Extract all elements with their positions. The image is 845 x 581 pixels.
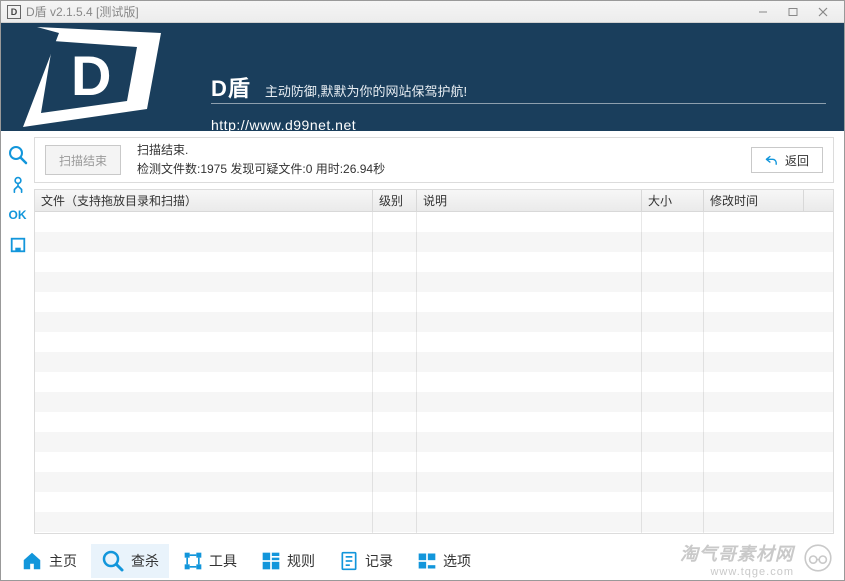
nav-tools[interactable]: 工具 bbox=[173, 544, 247, 578]
banner: D D盾 主动防御,默默为你的网站保驾护航! http://www.d99net… bbox=[1, 23, 844, 131]
bottom-nav: 主页 查杀 工具 规则 记录 选项 淘气哥素材网 www.tqge.com bbox=[1, 540, 844, 580]
glasses-icon bbox=[802, 542, 834, 577]
undo-icon bbox=[765, 153, 779, 167]
nav-label: 记录 bbox=[365, 551, 393, 571]
table-header: 文件（支持拖放目录和扫描）级别说明大小修改时间 bbox=[35, 190, 833, 212]
square-icon[interactable] bbox=[7, 234, 29, 256]
column-header[interactable]: 说明 bbox=[417, 190, 642, 211]
watermark: 淘气哥素材网 www.tqge.com bbox=[680, 540, 834, 578]
nav-options[interactable]: 选项 bbox=[407, 544, 481, 578]
status-line2: 检测文件数:1975 发现可疑文件:0 用时:26.94秒 bbox=[137, 160, 735, 179]
nav-rules[interactable]: 规则 bbox=[251, 544, 325, 578]
nav-label: 主页 bbox=[49, 551, 77, 571]
scan-icon bbox=[101, 549, 125, 573]
status-bar: 扫描结束 扫描结束. 检测文件数:1975 发现可疑文件:0 用时:26.94秒… bbox=[34, 137, 834, 183]
close-button[interactable] bbox=[808, 3, 838, 21]
back-button[interactable]: 返回 bbox=[751, 147, 823, 173]
nav-home[interactable]: 主页 bbox=[11, 544, 87, 578]
status-line1: 扫描结束. bbox=[137, 141, 735, 160]
ok-icon[interactable]: OK bbox=[7, 204, 29, 226]
product-url: http://www.d99net.net bbox=[211, 117, 356, 131]
results-table: 文件（支持拖放目录和扫描）级别说明大小修改时间 bbox=[34, 189, 834, 534]
tools-icon bbox=[183, 551, 203, 571]
process-icon[interactable] bbox=[7, 174, 29, 196]
search-icon[interactable] bbox=[7, 144, 29, 166]
product-name: D盾 bbox=[211, 71, 251, 103]
nav-logs[interactable]: 记录 bbox=[329, 544, 403, 578]
options-icon bbox=[417, 551, 437, 571]
app-icon: D bbox=[7, 5, 21, 19]
tagline: 主动防御,默默为你的网站保驾护航! bbox=[265, 81, 467, 100]
nav-scan[interactable]: 查杀 bbox=[91, 544, 169, 578]
window-title: D盾 v2.1.5.4 [测试版] bbox=[26, 3, 748, 20]
logs-icon bbox=[339, 551, 359, 571]
scan-end-button[interactable]: 扫描结束 bbox=[45, 145, 121, 175]
watermark-title: 淘气哥素材网 bbox=[680, 540, 794, 566]
column-header[interactable]: 修改时间 bbox=[704, 190, 804, 211]
watermark-url: www.tqge.com bbox=[680, 566, 794, 578]
rules-icon bbox=[261, 551, 281, 571]
minimize-button[interactable] bbox=[748, 3, 778, 21]
nav-label: 工具 bbox=[209, 551, 237, 571]
table-body[interactable] bbox=[35, 212, 833, 533]
column-header[interactable] bbox=[804, 190, 833, 211]
nav-label: 查杀 bbox=[131, 551, 159, 571]
column-header[interactable]: 文件（支持拖放目录和扫描） bbox=[35, 190, 373, 211]
left-toolbar: OK bbox=[1, 131, 34, 540]
banner-divider bbox=[211, 103, 826, 104]
logo-icon: D bbox=[19, 27, 174, 131]
back-label: 返回 bbox=[785, 152, 809, 169]
maximize-button[interactable] bbox=[778, 3, 808, 21]
titlebar: D D盾 v2.1.5.4 [测试版] bbox=[1, 1, 844, 23]
column-header[interactable]: 大小 bbox=[642, 190, 704, 211]
nav-label: 规则 bbox=[287, 551, 315, 571]
nav-label: 选项 bbox=[443, 551, 471, 571]
home-icon bbox=[21, 550, 43, 572]
column-header[interactable]: 级别 bbox=[373, 190, 417, 211]
svg-text:D: D bbox=[71, 44, 111, 107]
